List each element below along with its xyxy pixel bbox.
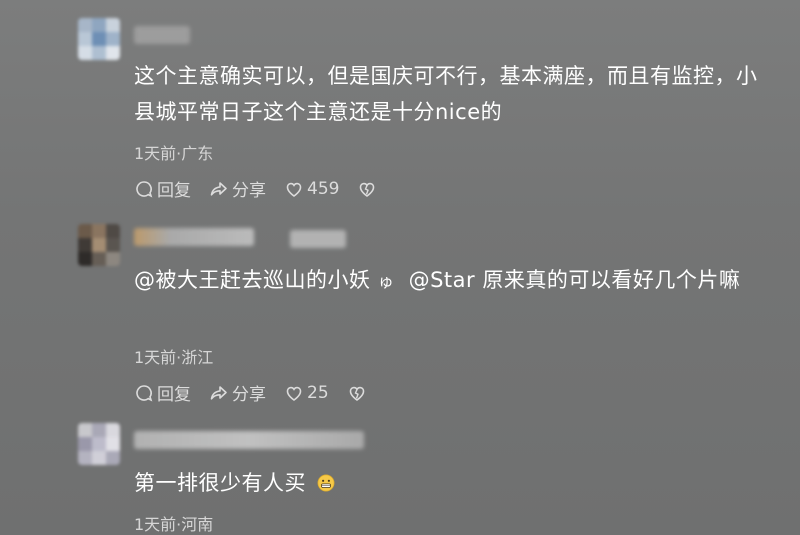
comment-actions: 回复 分享 25 [134,380,388,405]
avatar[interactable] [78,423,120,465]
share-icon [210,181,227,196]
comment-text: 这个主意确实可以，但是国庆可不行，基本满座，而且有监控，小县城平常日子这个主意还… [134,64,758,124]
avatar[interactable] [78,224,120,266]
dislike-button[interactable] [357,179,380,199]
reply-label: 回复 [157,181,191,201]
username-blurred-2 [290,230,346,248]
reply-label: 回复 [157,385,191,405]
comment-meta: 1天前·广东 [134,144,214,163]
comment-actions: 回复 分享 459 [134,176,398,201]
username-blurred[interactable] [134,431,364,449]
comment-body: 原来真的可以看好几个片嘛 [482,268,741,292]
share-button[interactable]: 分享 [209,176,266,201]
username-blurred[interactable] [134,26,190,44]
dislike-icon [360,182,375,197]
share-button[interactable]: 分享 [209,380,266,405]
username-blurred[interactable] [134,228,254,246]
like-count: 25 [307,382,329,403]
reply-button[interactable]: 回复 [134,176,191,201]
like-icon [286,182,302,197]
comment-text: 第一排很少有人买 [134,465,774,501]
share-label: 分享 [232,181,266,201]
mention-link[interactable]: @被大王赶去巡山的小妖 [134,268,371,292]
comment-2: @被大王赶去巡山的小妖 ゅ @Star 原来真的可以看好几个片嘛 1天前·浙江 … [0,210,800,420]
comment-meta: 1天前·浙江 [134,348,214,367]
comment-meta: 1天前·河南 [134,515,214,534]
like-button[interactable]: 459 [284,179,339,199]
grimace-emoji-icon [317,474,335,492]
share-label: 分享 [232,385,266,405]
comment-3: 第一排很少有人买 1天前·河南 [0,415,800,535]
reply-icon [136,384,153,402]
comment-body: 第一排很少有人买 [134,471,306,495]
dislike-button[interactable] [347,383,370,403]
mention-link-star[interactable]: @Star [409,268,476,292]
dislike-icon [349,386,364,401]
comment-1: 这个主意确实可以，但是国庆可不行，基本满座，而且有监控，小县城平常日子这个主意还… [0,0,800,210]
like-button[interactable]: 25 [284,383,329,403]
share-icon [210,385,227,400]
like-icon [286,386,302,401]
reply-button[interactable]: 回复 [134,380,191,405]
reply-icon [136,180,153,198]
mention-symbol: ゅ [377,272,395,291]
comment-text: @被大王赶去巡山的小妖 ゅ @Star 原来真的可以看好几个片嘛 [134,262,774,300]
avatar[interactable] [78,18,120,60]
like-count: 459 [307,178,340,199]
